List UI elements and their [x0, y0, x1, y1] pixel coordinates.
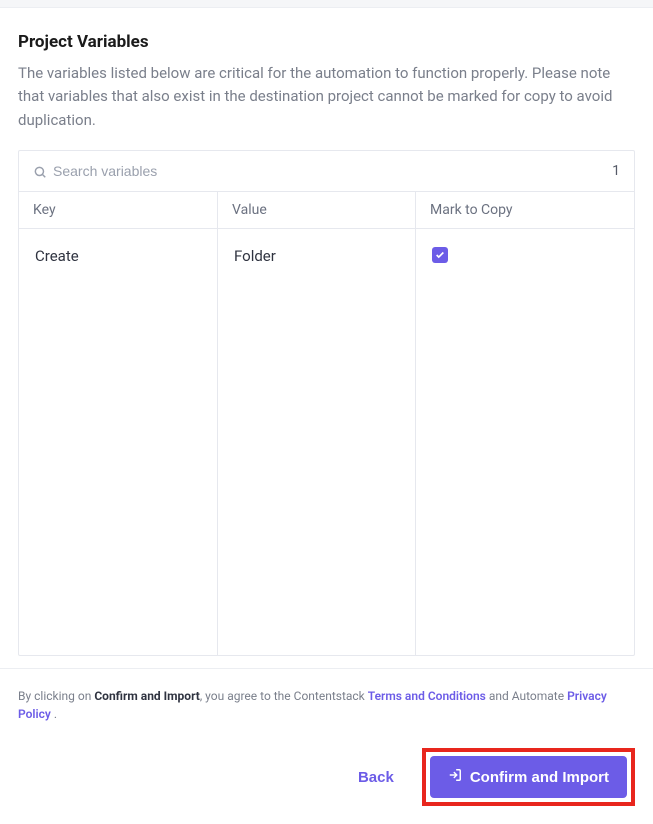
search-row: 1: [19, 151, 634, 192]
main-content: Project Variables The variables listed b…: [0, 8, 653, 656]
top-divider: [0, 0, 653, 8]
table-col-value: Folder: [218, 229, 416, 655]
button-row: Back Confirm and Import: [18, 748, 635, 806]
table-col-key: Create: [19, 229, 218, 655]
footer: By clicking on Confirm and Import, you a…: [0, 668, 653, 824]
table-row: Create: [19, 229, 217, 283]
agree-suffix: .: [51, 707, 57, 721]
mark-to-copy-checkbox[interactable]: [432, 247, 448, 263]
column-header-mark: Mark to Copy: [416, 192, 634, 228]
table-col-mark: [416, 229, 634, 655]
column-header-key: Key: [19, 192, 218, 228]
import-icon: [448, 768, 462, 786]
back-button[interactable]: Back: [346, 759, 406, 796]
agree-text: By clicking on Confirm and Import, you a…: [18, 687, 635, 724]
agree-bold: Confirm and Import: [94, 689, 200, 703]
highlight-annotation: Confirm and Import: [422, 748, 635, 806]
variables-table: 1 Key Value Mark to Copy Create Folder: [18, 150, 635, 656]
search-input[interactable]: [53, 163, 612, 179]
terms-link[interactable]: Terms and Conditions: [368, 689, 486, 703]
table-body: Create Folder: [19, 229, 634, 655]
table-header: Key Value Mark to Copy: [19, 192, 634, 229]
agree-mid2: and Automate: [486, 689, 567, 703]
agree-mid1: , you agree to the Contentstack: [200, 689, 368, 703]
table-row: Folder: [218, 229, 415, 283]
page-description: The variables listed below are critical …: [18, 62, 635, 132]
result-count: 1: [612, 163, 620, 179]
confirm-import-label: Confirm and Import: [470, 769, 609, 786]
search-icon: [33, 164, 47, 178]
column-header-value: Value: [218, 192, 416, 228]
page-title: Project Variables: [18, 32, 635, 52]
confirm-import-button[interactable]: Confirm and Import: [430, 756, 627, 798]
agree-prefix: By clicking on: [18, 689, 94, 703]
